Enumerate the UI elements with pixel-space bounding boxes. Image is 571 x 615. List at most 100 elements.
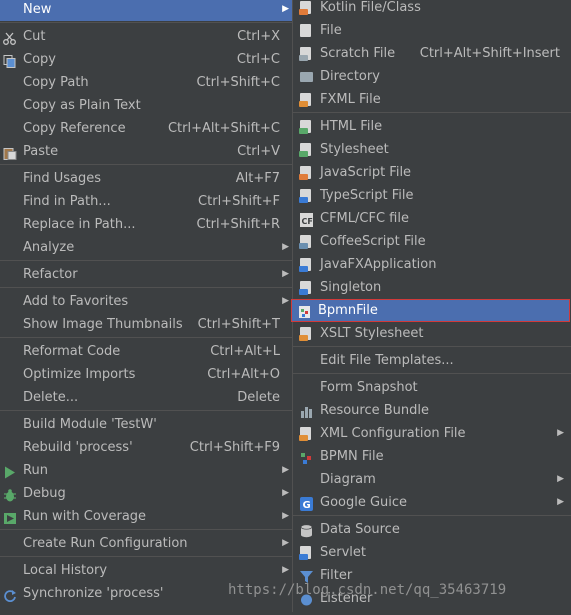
scissors-icon	[3, 30, 17, 45]
svg-text:G: G	[303, 500, 311, 511]
submenu-item-google-guice[interactable]: G Google Guice ▶	[293, 491, 571, 514]
menu-separator	[293, 373, 571, 374]
menu-separator	[0, 410, 292, 411]
menu-separator	[0, 556, 292, 557]
submenu-arrow-icon: ▶	[282, 269, 289, 279]
menu-item-add-to-favorites[interactable]: Add to Favorites ▶	[0, 290, 292, 313]
watermark: https://blog.csdn.net/qq_35463719	[228, 582, 507, 598]
new-submenu: Kotlin File/Class File Scratch File Ctrl…	[291, 0, 571, 612]
submenu-arrow-icon: ▶	[557, 474, 564, 484]
submenu-item-servlet[interactable]: Servlet	[293, 541, 571, 564]
servlet-icon	[299, 546, 313, 560]
submenu-item-resource-bundle[interactable]: Resource Bundle	[293, 399, 571, 422]
menu-item-replace-in-path[interactable]: Replace in Path... Ctrl+Shift+R	[0, 213, 292, 236]
submenu-arrow-icon: ▶	[282, 242, 289, 252]
submenu-arrow-icon: ▶	[282, 565, 289, 575]
menu-separator	[293, 346, 571, 347]
menu-separator	[0, 260, 292, 261]
submenu-item-diagram[interactable]: Diagram ▶	[293, 468, 571, 491]
submenu-item-html-file[interactable]: HTML File	[293, 115, 571, 138]
submenu-item-kotlin-file[interactable]: Kotlin File/Class	[293, 0, 571, 19]
menu-separator	[293, 515, 571, 516]
copy-icon	[3, 53, 17, 68]
submenu-arrow-icon: ▶	[282, 4, 289, 14]
data-source-icon	[300, 523, 313, 538]
submenu-item-xslt-stylesheet[interactable]: XSLT Stylesheet	[293, 322, 571, 345]
menu-separator	[0, 164, 292, 165]
submenu-item-coffeescript-file[interactable]: CoffeeScript File	[293, 230, 571, 253]
submenu-item-cfml-file[interactable]: CF CFML/CFC file	[293, 207, 571, 230]
debug-icon	[3, 487, 17, 502]
menu-item-debug[interactable]: Debug ▶	[0, 482, 292, 505]
xslt-file-icon	[299, 327, 313, 341]
menu-item-copy[interactable]: Copy Ctrl+C	[0, 48, 292, 71]
submenu-item-fxml-file[interactable]: FXML File	[293, 88, 571, 111]
submenu-item-edit-file-templates[interactable]: Edit File Templates...	[293, 349, 571, 372]
submenu-item-file[interactable]: File	[293, 19, 571, 42]
submenu-item-javafx-application[interactable]: JavaFXApplication	[293, 253, 571, 276]
kotlin-file-icon	[299, 1, 313, 15]
menu-item-paste[interactable]: Paste Ctrl+V	[0, 140, 292, 163]
guice-icon: G	[300, 496, 313, 511]
menu-item-run-with-coverage[interactable]: Run with Coverage ▶	[0, 505, 292, 528]
menu-separator	[0, 529, 292, 530]
submenu-item-bpmn-file[interactable]: BPMN File	[293, 445, 571, 468]
menu-item-analyze[interactable]: Analyze ▶	[0, 236, 292, 259]
submenu-item-form-snapshot[interactable]: Form Snapshot	[293, 376, 571, 399]
menu-item-new[interactable]: New ▶	[0, 0, 292, 21]
menu-item-create-run-configuration[interactable]: Create Run Configuration ▶	[0, 532, 292, 555]
submenu-arrow-icon: ▶	[282, 296, 289, 306]
menu-separator	[293, 112, 571, 113]
sync-icon	[3, 587, 17, 602]
submenu-item-data-source[interactable]: Data Source	[293, 518, 571, 541]
submenu-item-stylesheet[interactable]: Stylesheet	[293, 138, 571, 161]
menu-item-copy-reference[interactable]: Copy Reference Ctrl+Alt+Shift+C	[0, 117, 292, 140]
typescript-file-icon	[299, 189, 313, 203]
submenu-arrow-icon: ▶	[282, 488, 289, 498]
menu-item-build-module[interactable]: Build Module 'TestW'	[0, 413, 292, 436]
menu-separator	[0, 22, 292, 23]
submenu-arrow-icon: ▶	[557, 428, 564, 438]
css-file-icon	[299, 143, 313, 157]
menu-item-rebuild[interactable]: Rebuild 'process' Ctrl+Shift+F9	[0, 436, 292, 459]
submenu-arrow-icon: ▶	[282, 538, 289, 548]
menu-item-find-usages[interactable]: Find Usages Alt+F7	[0, 167, 292, 190]
menu-item-find-in-path[interactable]: Find in Path... Ctrl+Shift+F	[0, 190, 292, 213]
coverage-icon	[3, 510, 17, 524]
bpmn-diagram-icon	[300, 450, 313, 464]
submenu-item-scratch-file[interactable]: Scratch File Ctrl+Alt+Shift+Insert	[293, 42, 571, 65]
xml-config-icon	[299, 427, 313, 441]
submenu-item-typescript-file[interactable]: TypeScript File	[293, 184, 571, 207]
menu-item-optimize-imports[interactable]: Optimize Imports Ctrl+Alt+O	[0, 363, 292, 386]
menu-item-local-history[interactable]: Local History ▶	[0, 559, 292, 582]
svg-text:CF: CF	[302, 217, 313, 226]
menu-item-show-image-thumbnails[interactable]: Show Image Thumbnails Ctrl+Shift+T	[0, 313, 292, 336]
menu-item-run[interactable]: Run ▶	[0, 459, 292, 482]
menu-item-delete[interactable]: Delete... Delete	[0, 386, 292, 409]
run-icon	[3, 464, 17, 479]
javafx-file-icon	[299, 258, 313, 272]
submenu-item-xml-configuration-file[interactable]: XML Configuration File ▶	[293, 422, 571, 445]
submenu-arrow-icon: ▶	[282, 511, 289, 521]
submenu-item-directory[interactable]: Directory	[293, 65, 571, 88]
submenu-item-javascript-file[interactable]: JavaScript File	[293, 161, 571, 184]
coffeescript-file-icon	[299, 235, 313, 249]
submenu-item-singleton[interactable]: Singleton	[293, 276, 571, 299]
javascript-file-icon	[299, 166, 313, 180]
folder-icon	[300, 70, 313, 84]
bpmn-file-icon	[298, 304, 311, 318]
submenu-item-bpmnfile[interactable]: BpmnFile	[291, 299, 570, 322]
html-file-icon	[299, 120, 313, 134]
menu-item-copy-path[interactable]: Copy Path Ctrl+Shift+C	[0, 71, 292, 94]
menu-item-copy-plain-text[interactable]: Copy as Plain Text	[0, 94, 292, 117]
menu-item-reformat-code[interactable]: Reformat Code Ctrl+Alt+L	[0, 340, 292, 363]
cfml-file-icon: CF	[300, 212, 313, 227]
menu-item-refactor[interactable]: Refactor ▶	[0, 263, 292, 286]
submenu-arrow-icon: ▶	[282, 465, 289, 475]
resource-bundle-icon	[300, 404, 313, 418]
menu-item-cut[interactable]: Cut Ctrl+X	[0, 25, 292, 48]
filter-icon	[300, 569, 313, 583]
scratch-file-icon	[299, 47, 313, 61]
menu-separator	[0, 287, 292, 288]
paste-icon	[3, 145, 17, 160]
